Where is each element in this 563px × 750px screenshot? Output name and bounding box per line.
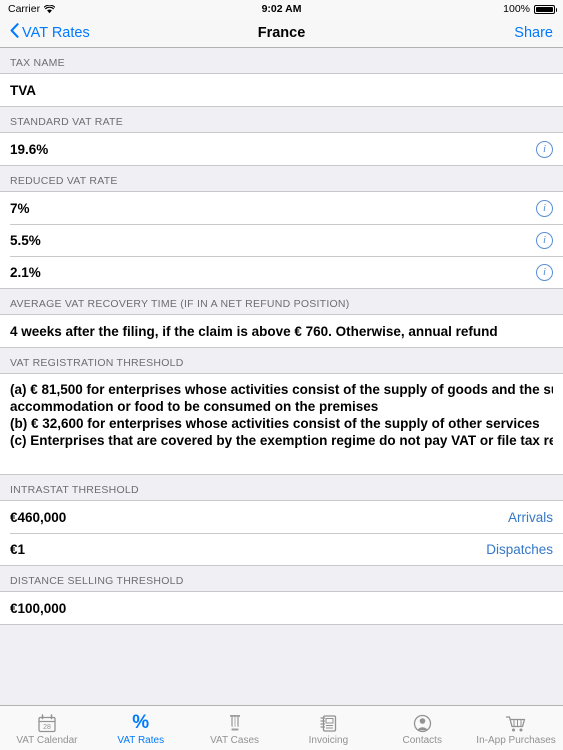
section-cells: €460,000 Arrivals €1 Dispatches <box>0 500 563 566</box>
notebook-icon <box>319 712 338 734</box>
status-bar-right: 100% <box>503 3 557 15</box>
tab-label: VAT Cases <box>210 735 260 746</box>
cell-accessory: i <box>536 199 553 217</box>
gavel-icon <box>226 712 244 734</box>
cell-value-line: accommodation or food to be consumed on … <box>10 399 379 414</box>
section-cells: TVA <box>0 73 563 107</box>
section-cells: (a) € 81,500 for enterprises whose activ… <box>0 373 563 475</box>
section-cells: €100,000 <box>0 591 563 625</box>
app-root: Carrier 9:02 AM 100% VAT Rates France Sh… <box>0 0 563 750</box>
cell-spacer <box>0 458 563 474</box>
cell-value: €100,000 <box>10 600 67 616</box>
calendar-icon: 28 <box>37 712 57 734</box>
cell-detail-label: Dispatches <box>486 541 553 557</box>
section-cells: 19.6% i <box>0 132 563 166</box>
cell-value: 4 weeks after the filing, if the claim i… <box>10 323 498 339</box>
tab-label: In-App Purchases <box>476 735 556 746</box>
tab-label: Contacts <box>402 735 442 746</box>
section-header: VAT REGISTRATION THRESHOLD <box>0 348 563 373</box>
svg-text:28: 28 <box>43 724 51 731</box>
section-header: INTRASTAT THRESHOLD <box>0 475 563 500</box>
person-circle-icon <box>413 712 432 734</box>
cell-value: 19.6% <box>10 141 49 157</box>
tab-vat-rates[interactable]: % VAT Rates <box>94 706 188 750</box>
percent-icon: % <box>132 712 150 733</box>
battery-percent-label: 100% <box>503 3 530 15</box>
cell-value-line: (a) € 81,500 for enterprises whose activ… <box>10 382 553 397</box>
table-row[interactable]: €100,000 <box>0 592 563 624</box>
cell-value: 5.5% <box>10 232 41 248</box>
section-header: AVERAGE VAT RECOVERY TIME (IF IN A NET R… <box>0 289 563 314</box>
tab-label: VAT Rates <box>117 735 165 746</box>
chevron-left-icon <box>10 23 19 42</box>
table-row[interactable]: 7% i <box>0 192 563 224</box>
table-row[interactable]: (a) € 81,500 for enterprises whose activ… <box>0 374 563 458</box>
cell-value: TVA <box>10 82 36 98</box>
cell-accessory: i <box>536 140 553 158</box>
cell-value: 7% <box>10 200 30 216</box>
section-header: DISTANCE SELLING THRESHOLD <box>0 566 563 591</box>
cell-detail-label: Arrivals <box>507 509 553 525</box>
shopping-cart-icon <box>505 712 527 734</box>
wifi-icon <box>44 4 56 14</box>
tab-bar: 28 VAT Calendar % VAT Rates VAT Cases In… <box>0 705 563 750</box>
back-button[interactable]: VAT Rates <box>10 23 90 42</box>
status-bar-left: Carrier <box>8 3 56 15</box>
cell-value: €1 <box>10 541 26 557</box>
navigation-bar: VAT Rates France Share <box>0 18 563 48</box>
section-header: REDUCED VAT RATE <box>0 166 563 191</box>
info-circle-icon[interactable]: i <box>536 199 553 217</box>
tab-in-app-purchases[interactable]: In-App Purchases <box>469 706 563 750</box>
tab-label: VAT Calendar <box>16 735 78 746</box>
table-row[interactable]: 19.6% i <box>0 133 563 165</box>
carrier-label: Carrier <box>8 3 41 15</box>
section-header: TAX NAME <box>0 48 563 73</box>
table-row[interactable]: 2.1% i <box>0 256 563 288</box>
status-bar-time: 9:02 AM <box>261 3 302 15</box>
cell-value: €460,000 <box>10 509 67 525</box>
table-row[interactable]: €460,000 Arrivals <box>0 501 563 533</box>
status-bar: Carrier 9:02 AM 100% <box>0 0 563 18</box>
tab-invoicing[interactable]: Invoicing <box>281 706 375 750</box>
cell-accessory: i <box>536 231 553 249</box>
tab-contacts[interactable]: Contacts <box>375 706 469 750</box>
cell-accessory: i <box>536 263 553 281</box>
table-row[interactable]: 4 weeks after the filing, if the claim i… <box>0 315 563 347</box>
info-circle-icon[interactable]: i <box>536 231 553 249</box>
back-button-label: VAT Rates <box>22 24 90 41</box>
table-row[interactable]: TVA <box>0 74 563 106</box>
cell-value-line: (b) € 32,600 for enterprises whose activ… <box>10 416 540 431</box>
info-circle-icon[interactable]: i <box>536 263 553 281</box>
table-row[interactable]: €1 Dispatches <box>0 533 563 565</box>
detail-table: TAX NAME TVA STANDARD VAT RATE 19.6% i R… <box>0 48 563 705</box>
section-cells: 4 weeks after the filing, if the claim i… <box>0 314 563 348</box>
info-circle-icon[interactable]: i <box>536 140 553 158</box>
share-button[interactable]: Share <box>514 25 553 41</box>
section-header: STANDARD VAT RATE <box>0 107 563 132</box>
cell-value-line: (c) Enterprises that are covered by the … <box>10 433 553 448</box>
cell-value: 2.1% <box>10 264 41 280</box>
tab-label: Invoicing <box>308 735 349 746</box>
section-cells: 7% i 5.5% i 2.1% i <box>0 191 563 289</box>
tab-vat-calendar[interactable]: 28 VAT Calendar <box>0 706 94 750</box>
tab-vat-cases[interactable]: VAT Cases <box>188 706 282 750</box>
table-row[interactable]: 5.5% i <box>0 224 563 256</box>
battery-full-icon <box>534 4 557 14</box>
